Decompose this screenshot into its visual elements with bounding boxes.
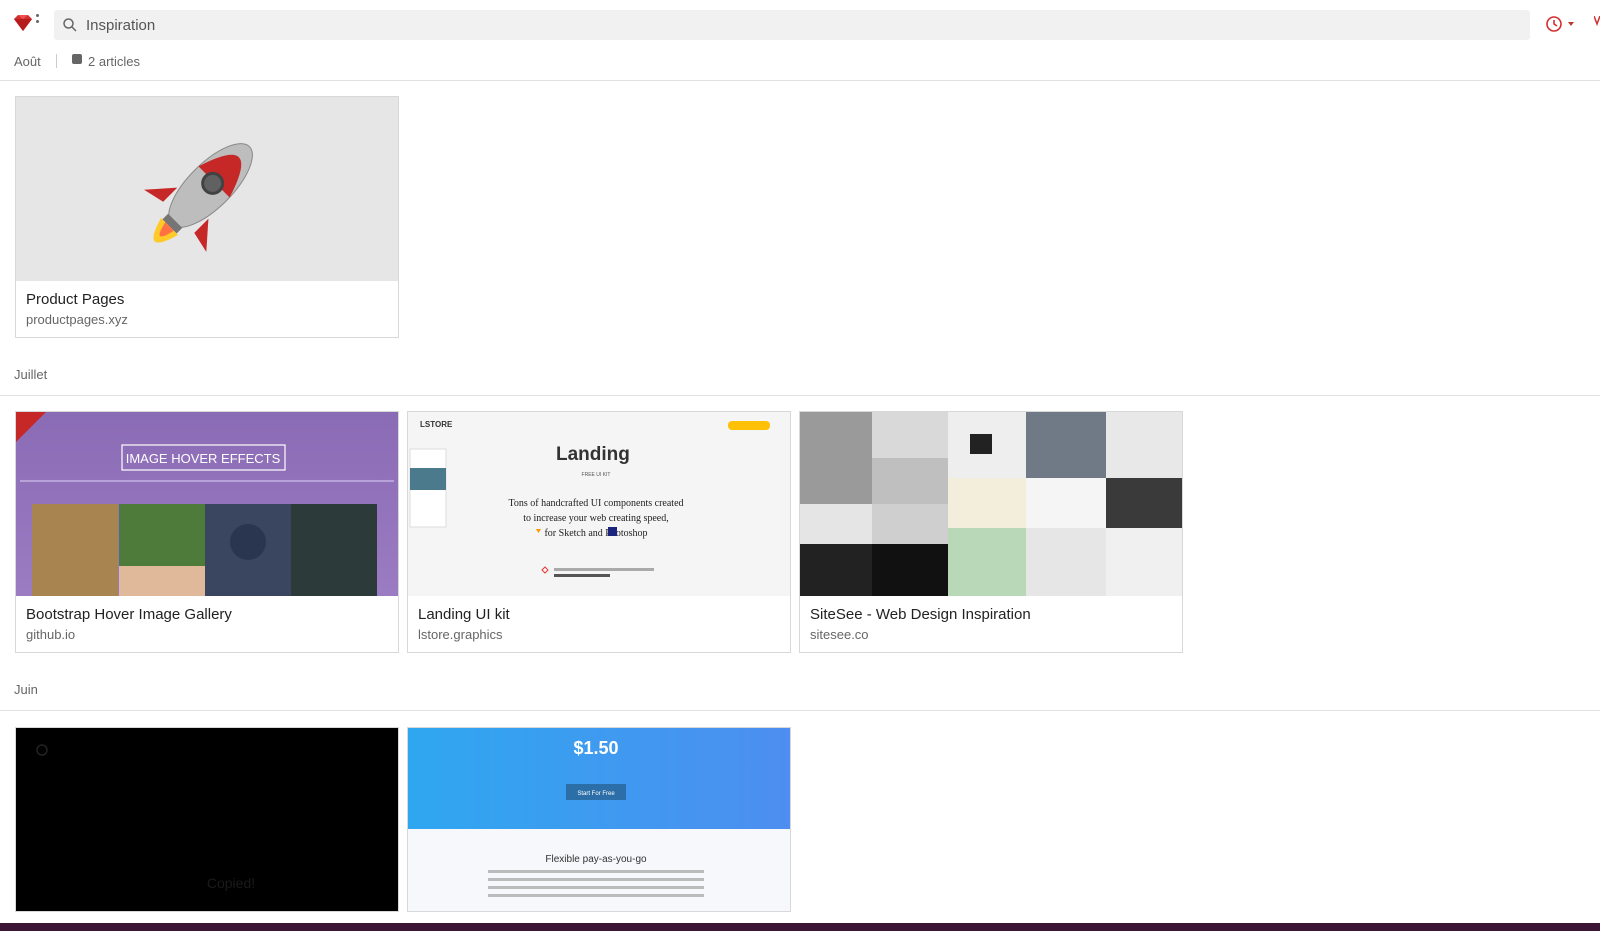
bookmark-card[interactable]: Copied! <box>15 727 399 912</box>
filter-bar: Août 2 articles <box>0 48 1600 81</box>
thumb-body-line: Tons of handcrafted UI components create… <box>508 498 683 509</box>
sitesee-collage-screenshot <box>800 412 1182 596</box>
bookmark-card[interactable]: LSTORE Landing FREE UI KIT Tons of handc… <box>407 411 791 653</box>
thumb-sub: FREE UI KIT <box>582 472 611 478</box>
black-screenshot: Copied! <box>16 728 398 911</box>
clock-icon[interactable] <box>1544 14 1564 34</box>
section-divider <box>0 395 1600 396</box>
thumb-price: $1.50 <box>573 738 618 758</box>
search-icon <box>62 17 78 33</box>
landing-kit-screenshot: LSTORE Landing FREE UI KIT Tons of handc… <box>408 412 790 596</box>
section-label-juillet: Juillet <box>14 367 48 382</box>
card-title[interactable]: Product Pages <box>26 291 124 308</box>
card-domain: github.io <box>26 627 76 642</box>
thumb-body-line: for Sketch and Photoshop <box>544 528 647 539</box>
section-label-juin: Juin <box>14 682 38 697</box>
thumb-copied-text: Copied! <box>207 875 255 891</box>
ruby-gem-icon[interactable] <box>12 12 34 34</box>
pricing-screenshot: $1.50 Start For Free Flexible pay-as-you… <box>408 728 790 911</box>
taskbar <box>0 923 1600 931</box>
card-domain: productpages.xyz <box>26 312 128 327</box>
bookmark-card[interactable]: Product Pages productpages.xyz <box>15 96 399 338</box>
overflow-icon[interactable] <box>1593 15 1600 30</box>
month-filter[interactable]: Août <box>14 54 41 69</box>
article-count: 2 articles <box>88 54 141 69</box>
card-domain: lstore.graphics <box>418 627 503 642</box>
card-title[interactable]: SiteSee - Web Design Inspiration <box>810 606 1031 623</box>
top-bar <box>0 0 1600 48</box>
chevron-down-icon[interactable] <box>1568 22 1574 26</box>
card-title[interactable]: Bootstrap Hover Image Gallery <box>26 606 232 623</box>
thumb-heading: IMAGE HOVER EFFECTS <box>126 451 281 466</box>
thumb-button: Start For Free <box>577 791 615 797</box>
rocket-illustration <box>16 97 398 281</box>
section-divider <box>0 710 1600 711</box>
card-domain: sitesee.co <box>810 627 869 642</box>
thumb-brand: LSTORE <box>420 420 453 429</box>
bookmark-card[interactable]: IMAGE HOVER EFFECTS Bootstrap Hover Imag… <box>15 411 399 653</box>
bookmark-card[interactable]: SiteSee - Web Design Inspiration sitesee… <box>799 411 1183 653</box>
app-menu-icon[interactable] <box>36 14 40 28</box>
thumb-heading: Landing <box>556 444 630 465</box>
hover-gallery-screenshot: IMAGE HOVER EFFECTS <box>16 412 398 596</box>
thumb-heading: Flexible pay-as-you-go <box>545 854 647 865</box>
divider <box>56 54 57 68</box>
card-title[interactable]: Landing UI kit <box>418 606 510 623</box>
bookmark-card[interactable]: $1.50 Start For Free Flexible pay-as-you… <box>407 727 791 912</box>
search-bar[interactable] <box>54 10 1530 40</box>
search-input[interactable] <box>86 10 1516 40</box>
note-icon <box>72 54 82 64</box>
thumb-body-line: to increase your web creating speed, <box>523 513 669 524</box>
